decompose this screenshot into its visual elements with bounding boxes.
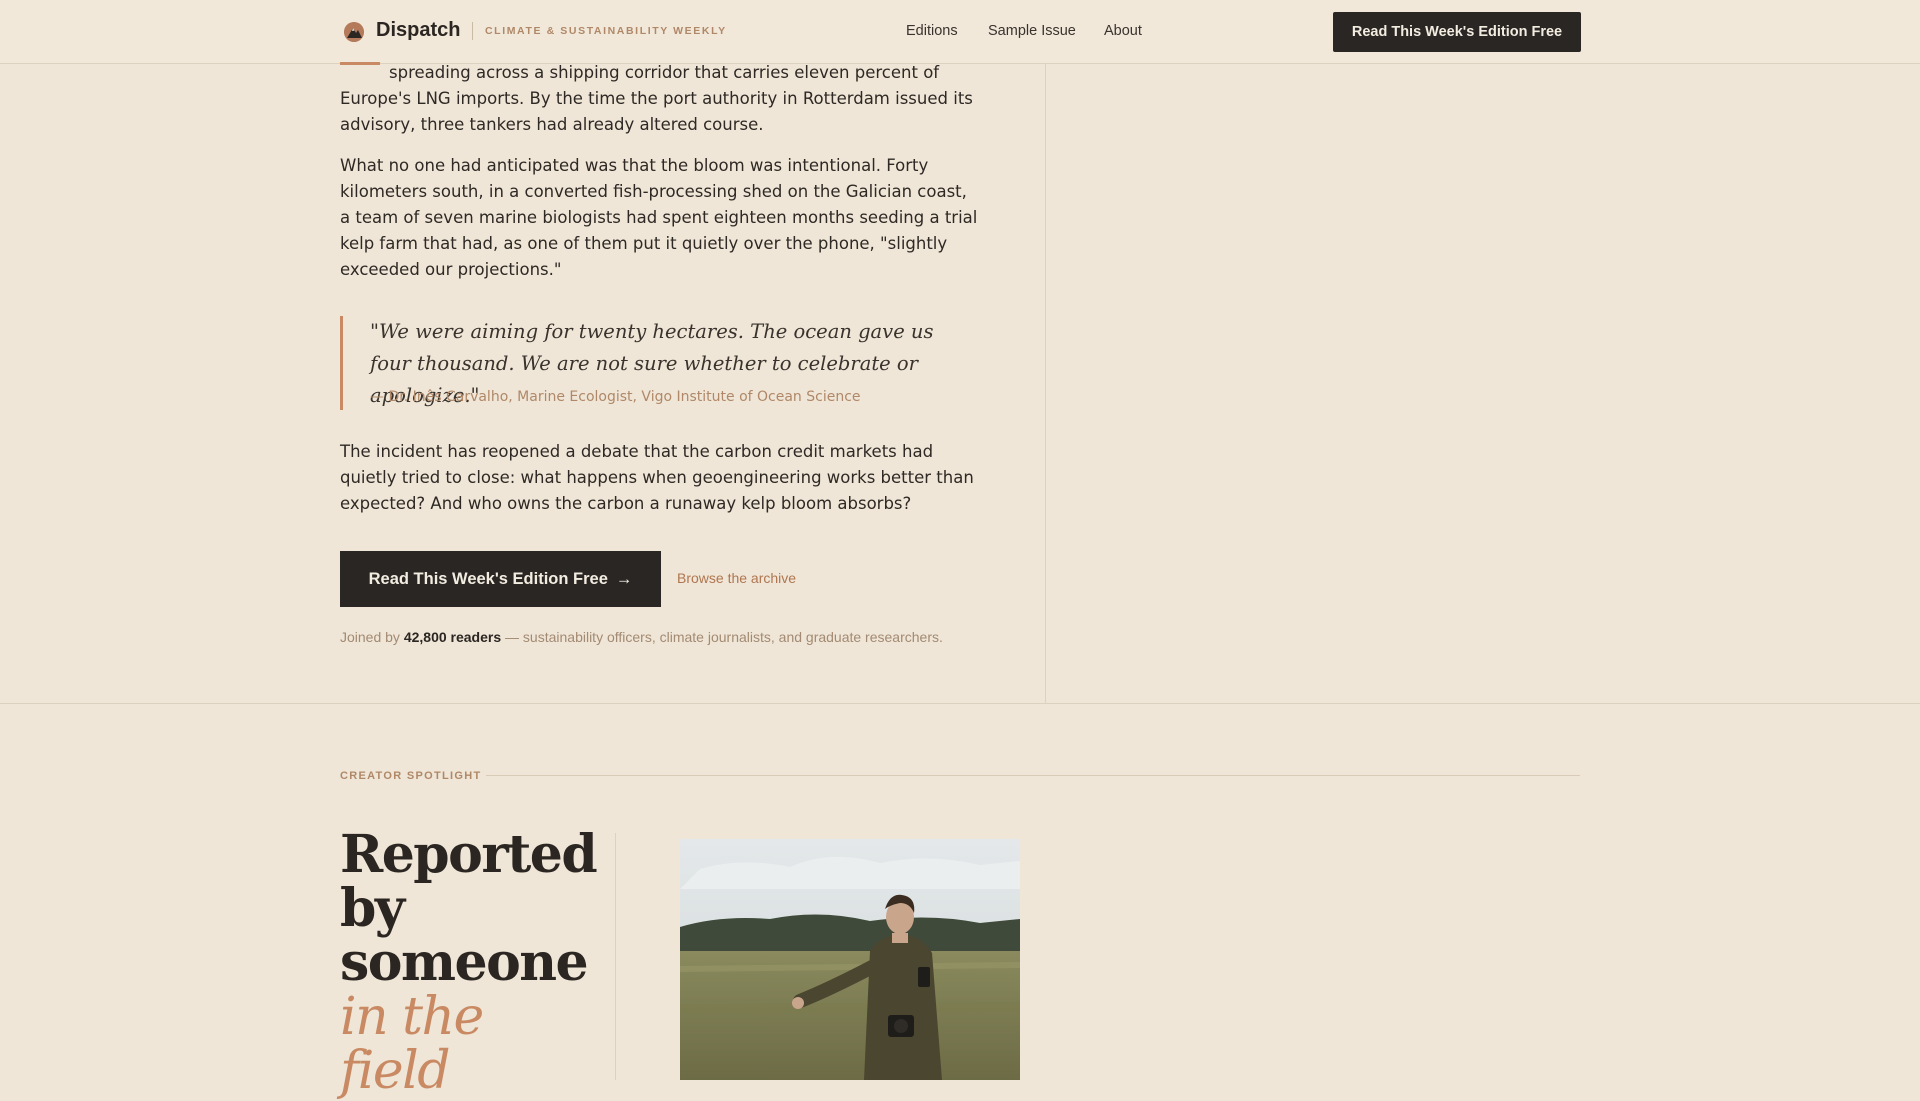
brand-name[interactable]: Dispatch bbox=[376, 19, 460, 42]
headline-line: someone bbox=[340, 932, 589, 993]
spotlight-headline: Reported by someone in the field bbox=[340, 824, 600, 1101]
read-edition-button-label: Read This Week's Edition Free bbox=[368, 569, 608, 588]
article-paragraph-1-first-line: spreading across a shipping corridor tha… bbox=[389, 63, 940, 82]
spotlight-divider bbox=[615, 833, 616, 1080]
drop-cap-remnant bbox=[340, 62, 380, 66]
nav-sample-issue[interactable]: Sample Issue bbox=[988, 23, 1076, 39]
nav-about[interactable]: About bbox=[1104, 23, 1142, 39]
site-header: Dispatch CLIMATE & SUSTAINABILITY WEEKLY… bbox=[0, 0, 1920, 64]
spotlight-label-rule bbox=[486, 775, 1580, 776]
headline-line: by bbox=[340, 878, 405, 939]
reader-count: 42,800 readers bbox=[403, 629, 502, 645]
read-edition-button[interactable]: Read This Week's Edition Free → bbox=[340, 551, 661, 607]
logo-mountain-icon[interactable] bbox=[344, 22, 364, 42]
social-proof: Joined by 42,800 readers — sustainabilit… bbox=[340, 629, 943, 645]
headline-italic-line: in the bbox=[340, 987, 484, 1047]
article-paragraph-2: What no one had anticipated was that the… bbox=[340, 156, 978, 279]
header-read-edition-button[interactable]: Read This Week's Edition Free bbox=[1333, 12, 1581, 52]
nav-editions[interactable]: Editions bbox=[906, 23, 958, 39]
brand-divider bbox=[472, 22, 473, 40]
pull-quote: "We were aiming for twenty hectares. The… bbox=[340, 316, 980, 410]
joined-suffix: — sustainability officers, climate journ… bbox=[505, 629, 943, 645]
reporter-photo bbox=[680, 839, 1020, 1080]
article-paragraph-1: Europe's LNG imports. By the time the po… bbox=[340, 89, 973, 134]
article-paragraph-3: The incident has reopened a debate that … bbox=[340, 442, 974, 513]
arrow-right-icon: → bbox=[615, 569, 633, 588]
headline-italic-line: field bbox=[340, 1041, 451, 1101]
headline-line: Reported bbox=[340, 824, 598, 885]
spotlight-label: CREATOR SPOTLIGHT bbox=[340, 770, 482, 782]
pull-quote-attribution: — Dr. Inês Carvalho, Marine Ecologist, V… bbox=[370, 389, 861, 405]
joined-prefix: Joined by bbox=[340, 629, 400, 645]
browse-archive-link[interactable]: Browse the archive bbox=[677, 570, 796, 586]
section-divider bbox=[0, 703, 1920, 704]
column-divider bbox=[1045, 64, 1046, 704]
brand-tagline: CLIMATE & SUSTAINABILITY WEEKLY bbox=[485, 25, 727, 37]
